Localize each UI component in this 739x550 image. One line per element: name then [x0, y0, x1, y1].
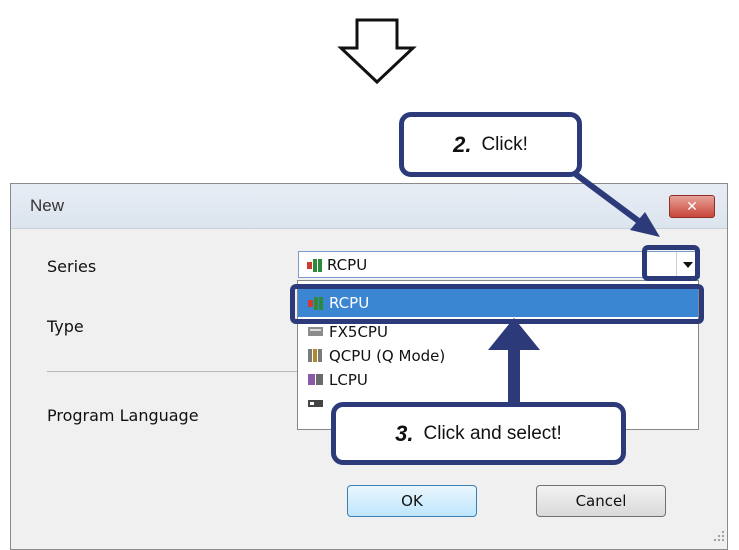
rcpu-icon [307, 258, 322, 272]
series-selected-text: RCPU [327, 256, 368, 274]
program-language-label: Program Language [47, 406, 199, 425]
type-label: Type [47, 317, 84, 336]
close-button[interactable]: ✕ [669, 195, 715, 218]
callout-step-3-text: Click and select! [423, 422, 562, 444]
series-select[interactable]: RCPU [298, 251, 700, 278]
callout-step-2-text: Click! [481, 133, 528, 155]
callout-step-3: 3. Click and select! [331, 402, 626, 465]
series-selected-value: RCPU [307, 256, 367, 274]
close-icon: ✕ [686, 198, 698, 215]
callout-step-2-number: 2. [453, 131, 472, 157]
ok-button[interactable]: OK [347, 485, 477, 517]
fxcpu-icon [308, 400, 323, 407]
series-label: Series [47, 257, 97, 276]
dialog-titlebar: New ✕ [11, 184, 727, 229]
lcpu-icon [308, 374, 323, 385]
down-arrow-icon [337, 18, 417, 85]
callout-step-3-number: 3. [395, 420, 414, 446]
rcpu-highlight [290, 284, 704, 324]
dialog-title: New [30, 196, 65, 215]
resize-grip-icon[interactable] [713, 530, 725, 542]
cancel-button[interactable]: Cancel [536, 485, 666, 517]
fx5cpu-icon [308, 327, 323, 336]
separator [47, 371, 307, 372]
list-item-lcpu[interactable]: LCPU [298, 368, 698, 391]
qcpu-icon [308, 349, 322, 362]
list-item-qcpu[interactable]: QCPU (Q Mode) [298, 344, 698, 367]
callout-step-2: 2. Click! [399, 112, 582, 177]
dropdown-button-highlight [642, 245, 700, 281]
